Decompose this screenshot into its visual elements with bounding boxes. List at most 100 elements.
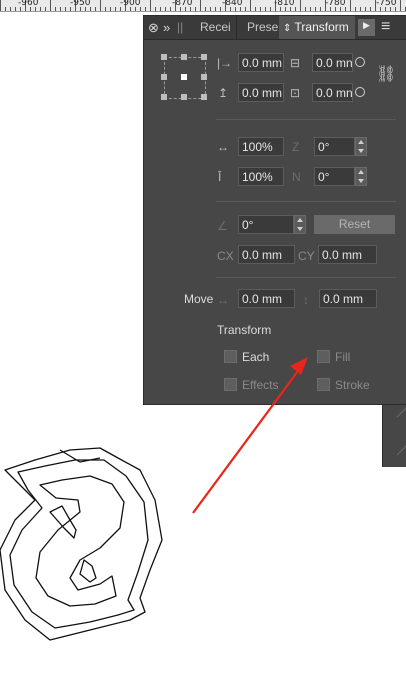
height-icon: ⊡: [290, 86, 301, 100]
skew-vertical-field[interactable]: 0°: [314, 167, 355, 186]
ruler-tick: [315, 7, 316, 11]
width-radio[interactable]: [355, 57, 365, 67]
stroke-checkbox[interactable]: [317, 378, 330, 391]
rotate-field[interactable]: 0°: [238, 215, 294, 234]
ruler-tick: [300, 0, 301, 11]
anchor-point[interactable]: [201, 74, 207, 80]
rotate-stepper[interactable]: [294, 215, 306, 234]
tab-recent[interactable]: Recei: [188, 16, 234, 39]
height-field[interactable]: 0.0 mn: [312, 83, 353, 102]
reset-button[interactable]: Reset: [314, 215, 395, 234]
each-checkbox[interactable]: [224, 350, 237, 363]
ruler-tick: [105, 7, 106, 11]
collapse-icon[interactable]: »: [163, 16, 170, 39]
move-label: Move: [184, 292, 214, 306]
anchor-point[interactable]: [161, 74, 167, 80]
ruler-label: -870: [172, 0, 193, 8]
sort-icon: ⇕: [283, 23, 292, 34]
cy-field[interactable]: 0.0 mm: [318, 245, 377, 264]
close-icon[interactable]: ⊗: [148, 16, 159, 39]
scale-horizontal-field[interactable]: 100%: [238, 137, 284, 156]
ruler-tick: [170, 7, 171, 11]
ruler-tick: [110, 7, 111, 11]
ruler-tick: [160, 7, 161, 11]
ruler-tick: [65, 7, 66, 11]
tab-presets[interactable]: Prese: [236, 16, 279, 39]
cx-field[interactable]: 0.0 mm: [238, 245, 295, 264]
stroke-label: Stroke: [335, 378, 370, 392]
divider: [216, 119, 396, 120]
anchor-point-selector[interactable]: [161, 54, 207, 100]
divider: [216, 277, 396, 278]
ruler-tick: [270, 7, 271, 11]
swirl-artwork[interactable]: [0, 447, 163, 641]
x-position-field[interactable]: 0.0 mm: [238, 53, 284, 72]
width-field[interactable]: 0.0 mn: [312, 53, 353, 72]
anchor-point[interactable]: [201, 54, 207, 60]
scale-vertical-field[interactable]: 100%: [238, 167, 284, 186]
y-position-field[interactable]: 0.0 mm: [238, 83, 284, 102]
ruler-tick: [320, 7, 321, 11]
anchor-point-selected[interactable]: [181, 74, 187, 80]
ruler-tick: [310, 7, 311, 11]
ruler-tick: [255, 7, 256, 11]
fill-checkbox[interactable]: [317, 350, 330, 363]
ruler-tick: [220, 7, 221, 11]
link-icon[interactable]: ⛓: [376, 66, 396, 84]
tab-label: Recei: [200, 20, 231, 34]
ruler-tick: [95, 7, 96, 11]
move-horizontal-field[interactable]: 0.0 mm: [238, 289, 295, 308]
scale-horizontal-icon: ↔: [217, 140, 229, 154]
ruler-tick: [40, 7, 41, 11]
effects-label: Effects: [242, 378, 279, 392]
each-label: Each: [242, 350, 270, 364]
transform-section-title: Transform: [217, 323, 272, 337]
skew-horizontal-stepper[interactable]: [355, 137, 367, 156]
divider: [216, 201, 396, 202]
ruler-tick: [5, 7, 6, 11]
menu-icon[interactable]: ≡: [381, 16, 390, 38]
skew-vertical-icon: N: [292, 170, 301, 184]
anchor-point[interactable]: [201, 94, 207, 100]
anchor-point[interactable]: [161, 94, 167, 100]
anchor-point[interactable]: [181, 54, 187, 60]
tab-transform[interactable]: ⇕ Transform: [279, 16, 355, 39]
horizontal-ruler: -960 -950 -900 -870 -840 -810 -780 -750: [0, 0, 406, 12]
anchor-point[interactable]: [161, 54, 167, 60]
ruler-tick: [165, 7, 166, 11]
ruler-tick: [55, 7, 56, 11]
height-radio[interactable]: [355, 87, 365, 97]
ruler-tick: [50, 0, 51, 11]
rotate-icon: ∠: [217, 219, 228, 233]
ruler-tick: [100, 0, 101, 11]
ruler-tick: [155, 7, 156, 11]
fill-label: Fill: [335, 350, 351, 364]
anchor-point[interactable]: [181, 94, 187, 100]
ruler-tick: [205, 7, 206, 11]
ruler-tick: [115, 7, 116, 11]
tab-label: Transform: [294, 20, 349, 34]
ruler-tick: [265, 7, 266, 11]
play-icon: ▶: [363, 20, 370, 30]
skew-vertical-stepper[interactable]: [355, 167, 367, 186]
x-position-icon: |→: [217, 56, 233, 70]
grip-icon[interactable]: ||: [177, 16, 183, 39]
skew-horizontal-field[interactable]: 0°: [314, 137, 355, 156]
ruler-label: -750: [376, 0, 397, 8]
ruler-tick: [360, 7, 361, 11]
move-vertical-field[interactable]: 0.0 mm: [319, 289, 377, 308]
ruler-label: -780: [325, 0, 346, 8]
ruler-tick: [60, 7, 61, 11]
ruler-tick: [365, 7, 366, 11]
tab-label: Prese: [247, 20, 279, 34]
adjacent-panel-edge: [382, 405, 406, 467]
y-position-icon: ↥: [218, 86, 229, 100]
ruler-tick: [400, 0, 401, 11]
ruler-tick: [245, 7, 246, 11]
ruler-tick: [200, 0, 201, 11]
ruler-tick: [0, 0, 1, 11]
effects-checkbox[interactable]: [224, 378, 237, 391]
ruler-tick: [370, 7, 371, 11]
play-button[interactable]: ▶: [358, 19, 375, 36]
ruler-tick: [260, 7, 261, 11]
